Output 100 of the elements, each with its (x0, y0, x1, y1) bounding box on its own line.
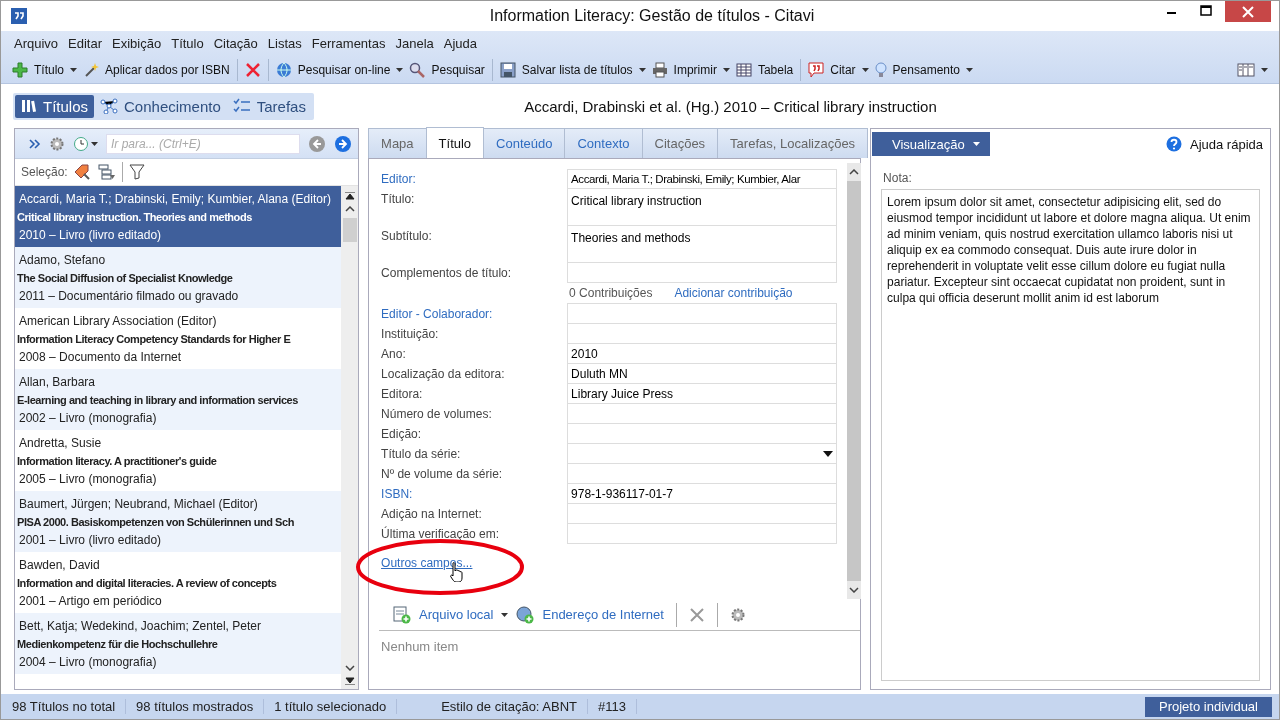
dropdown-field[interactable] (567, 444, 838, 464)
attachment-button[interactable]: Arquivo local (393, 605, 509, 624)
input-field[interactable]: Library Juice Press (567, 384, 838, 404)
reference-title: Information literacy. A practitioner's guide (17, 454, 218, 469)
tab[interactable]: Contexto (564, 128, 643, 158)
input-field[interactable] (567, 304, 838, 324)
reference-authors: Andretta, Susie (18, 435, 103, 452)
input-field[interactable] (567, 404, 838, 424)
network-icon (100, 98, 118, 114)
menu-item[interactable]: Janela (390, 36, 439, 51)
toolbar-button[interactable]: Tabela (732, 59, 797, 80)
reference-meta: 2001 – Artigo em periódico (18, 593, 163, 610)
tab[interactable]: Mapa (368, 128, 427, 158)
menu-item[interactable]: Editar (63, 36, 108, 51)
tag-arrow-icon[interactable] (73, 164, 92, 180)
input-field[interactable] (567, 324, 838, 344)
reference-authors: Adamo, Stefano (18, 252, 107, 269)
quick-help-button[interactable]: Ajuda rápida (1160, 135, 1269, 153)
reference-meta: 2011 – Documentário filmado ou gravado (18, 288, 240, 305)
status-text: #113 (588, 699, 637, 714)
field-label: Título: (381, 191, 416, 208)
add-contribution-link[interactable]: Adicionar contribuição (674, 286, 793, 300)
selection-label: Seleção: (21, 165, 68, 179)
history-button[interactable] (73, 135, 98, 152)
toolbar-button[interactable]: Imprimir (648, 59, 733, 80)
search-icon (409, 61, 426, 78)
reference-title: Information and digital literacies. A review of concepts (17, 576, 278, 591)
view-tab[interactable]: Tarefas (226, 94, 312, 118)
reference-title: Medienkompetenz für die Hochschullehre (17, 637, 219, 652)
scroll-bottom-icon (344, 677, 355, 685)
input-field[interactable]: Theories and methods (567, 226, 838, 263)
toolbar-button[interactable]: Citar (805, 59, 872, 80)
toolbar-button[interactable]: Aplicar dados por ISBN (80, 59, 233, 80)
input-field[interactable]: Critical library instruction (567, 189, 838, 226)
toolbar-button[interactable]: Salvar lista de títulos (496, 59, 649, 80)
menu-item[interactable]: Ajuda (438, 36, 482, 51)
input-field[interactable] (567, 464, 838, 484)
view-tab[interactable]: Títulos (15, 94, 94, 118)
tab[interactable]: Citações (641, 128, 719, 158)
scrollbar-thumb[interactable] (342, 218, 357, 242)
input-field[interactable]: Duluth MN (567, 364, 838, 384)
status-text: Estilo de citação: ABNT (431, 699, 589, 714)
delete-icon[interactable] (688, 606, 705, 623)
reference-meta: 2005 – Livro (monografia) (18, 471, 158, 488)
scroll-down-icon (344, 665, 355, 671)
close-button[interactable] (1225, 1, 1271, 22)
input-field[interactable]: 2010 (567, 344, 838, 364)
reference-list-item[interactable]: Accardi, Maria T.; Drabinski, Emily; Kumbier, Alana (Editor) Critical library instruction. Theories and methods 2010 – Livro (livro editado) (15, 186, 342, 247)
settings-icon[interactable] (729, 606, 746, 623)
status-text: 98 Títulos no total (12, 699, 127, 714)
input-field[interactable] (567, 524, 838, 544)
toolbar-button[interactable]: Pesquisar on-line (272, 59, 407, 80)
input-field[interactable] (567, 424, 838, 444)
menu-item[interactable]: Ferramentas (306, 36, 391, 51)
filter-icon[interactable] (128, 164, 145, 180)
input-field[interactable] (567, 263, 838, 283)
layout-icon (1237, 62, 1255, 77)
toolbar-button[interactable]: Título (9, 59, 80, 80)
scroll-up-icon (849, 169, 860, 175)
reference-list-item[interactable]: Bett, Katja; Wedekind, Joachim; Zentel, Peter Medienkompetenz für die Hochschullehre 2004 – Livro (monografia) (15, 613, 342, 674)
checklist-icon (232, 98, 251, 114)
settings-icon[interactable] (49, 135, 65, 152)
clock-icon (73, 135, 89, 152)
globe-icon (275, 61, 292, 78)
input-field[interactable]: 978-1-936117-01-7 (567, 484, 838, 504)
tab[interactable]: Conteúdo (483, 128, 566, 158)
reference-list-item[interactable]: Adamo, Stefano The Social Diffusion of Specialist Knowledge 2011 – Documentário filmado ou gravado (15, 247, 342, 308)
back-icon[interactable] (308, 134, 327, 153)
quote-icon (808, 61, 825, 78)
forward-icon[interactable] (334, 134, 353, 153)
goto-field[interactable]: Ir para... (Ctrl+E) (106, 133, 301, 154)
more-fields-link[interactable]: Outros campos... (381, 556, 473, 570)
reference-list-item[interactable]: Allan, Barbara E-learning and teaching in library and information services 2002 – Livro (monografia) (15, 369, 342, 430)
menu-item[interactable]: Citação (208, 36, 263, 51)
project-button[interactable]: Projeto individual (1145, 696, 1272, 717)
note-field[interactable] (881, 189, 1260, 681)
toolbar-button[interactable]: Pensamento (871, 59, 976, 80)
field-label-link[interactable]: Editor: (381, 169, 568, 189)
preview-menu-button[interactable]: Visualização (872, 132, 990, 156)
menu-item[interactable]: Exibição (107, 36, 167, 51)
field-label: Complementos de título: (381, 265, 513, 282)
view-tab[interactable]: Conhecimento (94, 94, 227, 118)
menu-item[interactable]: Arquivo (9, 36, 64, 51)
toolbar-button[interactable]: Pesquisar (406, 59, 488, 80)
reference-authors: Bett, Katja; Wedekind, Joachim; Zentel, Peter (18, 618, 262, 635)
scrollbar[interactable] (341, 186, 359, 689)
field-label-link[interactable]: ISBN: (381, 484, 568, 504)
reference-authors: Accardi, Maria T.; Drabinski, Emily; Kumbier, Alana (Editor) (18, 191, 332, 208)
menu-item[interactable]: Listas (262, 36, 307, 51)
menu-item[interactable]: Título (166, 36, 209, 51)
expand-icon[interactable] (29, 138, 41, 149)
input-field[interactable] (567, 504, 838, 524)
list-select-icon[interactable] (97, 164, 116, 180)
reference-list-item[interactable]: Baumert, Jürgen; Neubrand, Michael (Editor) PISA 2000. Basiskompetenzen von Schülerinnen und Sch 2001 – Livro (livro editado) (15, 491, 342, 552)
field-label-link[interactable]: Editor - Colaborador: (381, 304, 568, 324)
layout-button[interactable] (1234, 60, 1271, 79)
reference-authors: Bawden, David (18, 557, 101, 574)
input-field[interactable]: Accardi, Maria T.; Drabinski, Emily; Kumbier, Alar (567, 169, 838, 189)
attachment-button[interactable]: Endereço de Internet (516, 605, 664, 624)
tab[interactable]: Tarefas, Localizações (717, 128, 869, 158)
